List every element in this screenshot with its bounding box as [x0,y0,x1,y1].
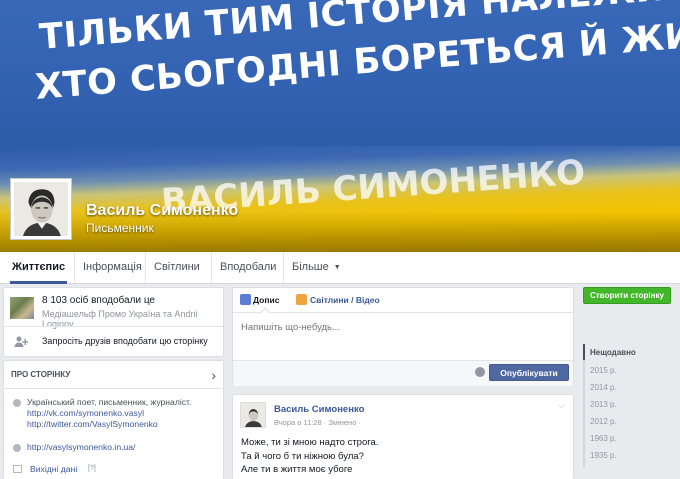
portrait-photo [14,182,68,236]
tab-label: Світлини [154,261,200,273]
status-input[interactable] [241,322,561,333]
friends-thumbnail[interactable] [10,297,34,319]
publication-data-link[interactable]: Вихідні дані [30,464,77,474]
composer-tabs: Допис Світлини / Відео [233,288,573,319]
timeline-item-recent[interactable]: Нещодавно [590,348,636,357]
tab-label: Інформація [83,261,142,273]
tab-likes[interactable]: Вподобали [211,252,284,283]
website-link[interactable]: http://vasylsymonenko.in.ua/ [27,442,135,452]
avatar[interactable] [240,402,266,428]
tab-label: Більше [292,261,329,273]
tab-photos[interactable]: Світлини [145,252,208,283]
timeline-item-year[interactable]: 2015 р. [590,366,617,375]
post-line: Але ти в життя моє убоге [241,464,353,475]
timeline-item-year[interactable]: 1963 р. [590,434,617,443]
about-header[interactable]: ПРО СТОРІНКУ › [4,361,223,389]
photo-icon [296,294,307,305]
composer-footer: Опублікувати [233,360,573,386]
post-line: Та й чого б ти ніжною була? [241,450,364,462]
about-description: Український поет, письменник, журналіст.… [27,397,219,430]
divider [4,326,223,327]
book-icon [13,465,22,473]
tab-status[interactable]: Допис [253,295,279,305]
caret-down-icon: ▼ [333,264,341,271]
timeline-line [583,344,585,468]
post-timestamp[interactable]: Вчора о 11:28 · Змінено · [274,418,361,427]
portrait-photo [241,403,265,427]
invite-friends-link[interactable]: Запросіть друзів вподобати цю сторінку [42,336,208,346]
pencil-icon [240,294,251,305]
help-badge[interactable]: [?] [88,465,96,472]
publish-button[interactable]: Опублікувати [489,364,569,381]
about-description-text: Український поет, письменник, журналіст. [27,397,192,407]
info-icon [13,399,21,407]
timeline-post: Василь Симоненко Вчора о 11:28 · Змінено… [232,394,574,479]
tab-photo-video[interactable]: Світлини / Відео [310,295,380,305]
create-page-button[interactable]: Створити сторінку [583,287,671,304]
timeline-item-year[interactable]: 2014 р. [590,383,617,392]
invite-friends-icon [14,336,28,347]
page-title[interactable]: Василь Симоненко [86,202,238,220]
twitter-link[interactable]: http://twitter.com/VasylSymonenko [27,419,219,430]
profile-picture[interactable] [10,178,72,240]
post-line: Може, ти зі мною надто строга. [241,437,379,448]
timeline-active-marker [583,344,585,360]
vk-link[interactable]: http://vk.com/symonenko.vasyl [27,408,219,419]
tab-label: Вподобали [220,261,277,273]
page-nav-bar: Життєпис Інформація Світлини Вподобали Б… [0,252,680,284]
likes-count[interactable]: 8 103 осіб вподобали це [42,295,155,306]
chevron-right-icon: › [211,367,216,383]
timeline-item-year[interactable]: 1935 р. [590,451,617,460]
tab-info[interactable]: Інформація [74,252,150,283]
post-author[interactable]: Василь Симоненко [274,404,364,415]
tab-timeline[interactable]: Життєпис [4,252,73,284]
tab-more[interactable]: Більше ▼ [283,252,349,283]
tab-pointer [259,307,271,319]
likes-card: 8 103 осіб вподобали це Медіашельф Промо… [3,287,224,357]
about-title: ПРО СТОРІНКУ [11,370,71,379]
tab-label: Життєпис [12,261,66,273]
cover-photo[interactable]: ТІЛЬКИ ТИМ ІСТОРІЯ НАЛЕЖИТЬ, ХТО СЬОГОДН… [0,0,680,252]
page-category: Письменник [86,221,154,235]
timeline-item-year[interactable]: 2013 р. [590,400,617,409]
timeline-item-year[interactable]: 2012 р. [590,417,617,426]
globe-icon [13,444,21,452]
post-body: Може, ти зі мною надто строга. Та й чого… [241,436,378,477]
chevron-down-icon[interactable]: ⌵ [558,400,565,411]
about-card: ПРО СТОРІНКУ › Український поет, письмен… [3,360,224,479]
privacy-globe-icon[interactable] [475,367,485,377]
post-composer: Допис Світлини / Відео Опублікувати [232,287,574,386]
